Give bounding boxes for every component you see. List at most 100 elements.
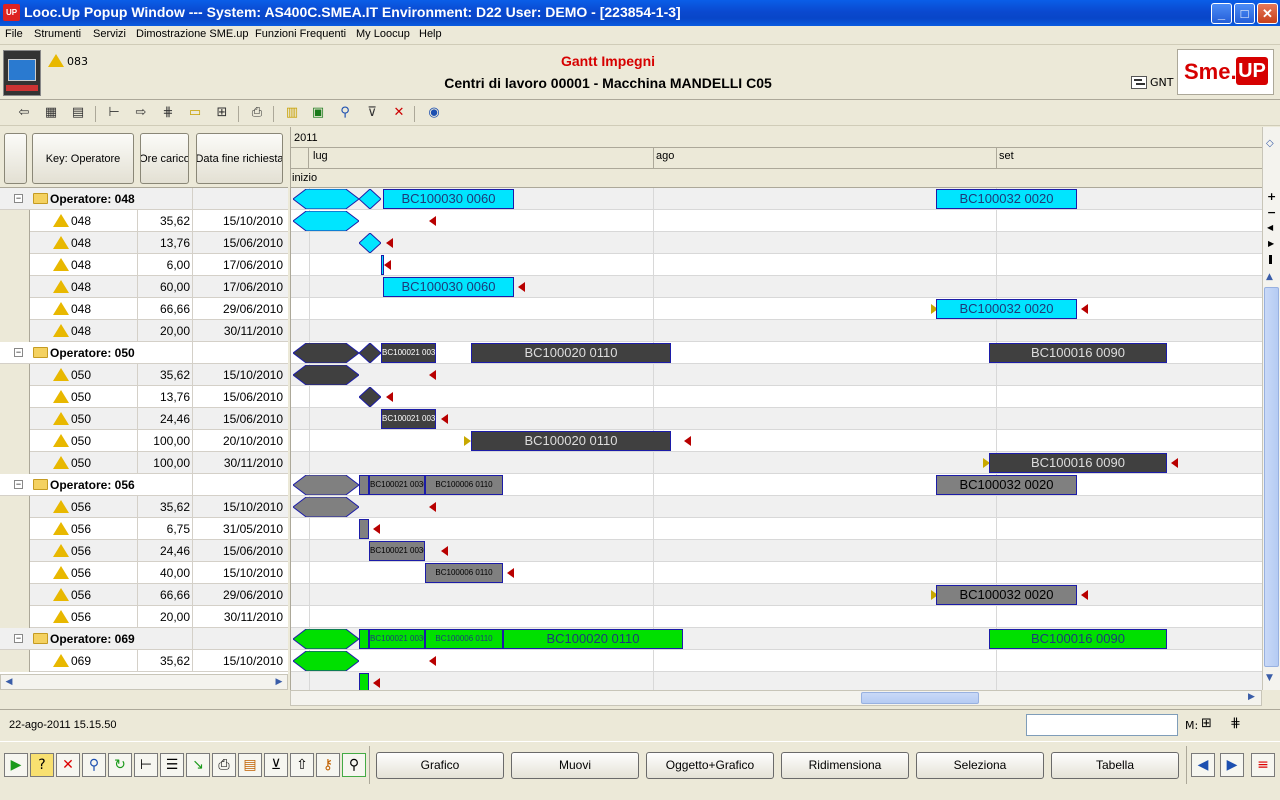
gantt-scroll-thumb[interactable] [861,692,979,704]
row-selector[interactable] [0,496,30,518]
key-icon[interactable]: ⚷ [316,753,340,777]
ridimensiona-button[interactable]: Ridimensiona [781,752,909,779]
select-all-corner[interactable] [4,133,27,184]
menu-file[interactable]: File [5,28,23,40]
gantt-bar[interactable]: BC100006 0110 [425,629,503,649]
move-right-icon[interactable]: ▶ [1268,239,1274,248]
group-row[interactable]: − Operatore: 069 [0,628,288,650]
go-icon[interactable]: ↘ [186,753,210,777]
gantt-milestone[interactable] [293,365,359,385]
zoom-out-icon[interactable]: − [1267,206,1276,219]
help-icon[interactable]: ? [30,753,54,777]
gantt-icon[interactable] [1131,76,1147,89]
row-selector[interactable] [0,364,30,386]
stop-icon[interactable] [1269,255,1272,264]
muovi-button[interactable]: Muovi [511,752,639,779]
row-selector[interactable] [0,320,30,342]
row-selector[interactable] [0,562,30,584]
col-data-fine[interactable]: Data fine richiesta [196,133,283,184]
tabella-button[interactable]: Tabella [1051,752,1179,779]
gantt-milestone[interactable] [293,189,359,209]
grid-horizontal-scrollbar[interactable]: ◀ ▶ [0,674,288,690]
menu-my-loocup[interactable]: My Loocup [356,28,410,40]
table-row[interactable]: 050 35,62 15/10/2010 [0,364,288,386]
columns-icon[interactable]: ⋕ [158,104,178,122]
collapse-icon[interactable]: − [14,194,23,203]
gantt-bar[interactable]: BC100016 0090 [989,453,1167,473]
row-selector[interactable] [0,540,30,562]
refresh-icon[interactable]: ↻ [108,753,132,777]
menu-strumenti[interactable]: Strumenti [34,28,81,40]
collapse-icon[interactable]: − [14,634,23,643]
gantt-bar[interactable]: BC100021 0030 [369,541,425,561]
menu-servizi[interactable]: Servizi [93,28,126,40]
pin-icon[interactable]: ⚲ [342,753,366,777]
row-selector[interactable] [0,584,30,606]
forward-arrow-icon[interactable]: ⇨ [131,104,151,122]
gantt-diamond[interactable] [359,233,381,253]
move-left-icon[interactable]: ◀ [1267,223,1273,232]
table-row[interactable]: 056 40,00 15/10/2010 [0,562,288,584]
filter-icon[interactable]: ⊽ [362,104,382,122]
table-row[interactable]: 048 35,62 15/10/2010 [0,210,288,232]
prev-icon[interactable]: ◀ [1191,753,1215,777]
list-icon[interactable]: ☰ [160,753,184,777]
note-icon[interactable]: ▭ [185,104,205,122]
gantt-bar[interactable]: BC100021 0030 [381,343,436,363]
gantt-bar[interactable] [359,673,369,690]
maximize-button[interactable]: □ [1234,3,1255,24]
menu-icon[interactable]: ≡ [1251,753,1275,777]
gantt-diamond[interactable] [359,387,381,407]
table-row[interactable]: 050 13,76 15/06/2010 [0,386,288,408]
table-row[interactable]: 050 100,00 20/10/2010 [0,430,288,452]
print-icon[interactable]: ⎙ [247,104,267,122]
table-row[interactable]: 056 6,75 31/05/2010 [0,518,288,540]
search-icon[interactable]: ⚲ [82,753,106,777]
gantt-bar[interactable] [359,519,369,539]
clear-filter-icon[interactable]: ✕ [389,104,409,122]
gantt-milestone[interactable] [293,343,359,363]
menu-funzioni-frequenti[interactable]: Funzioni Frequenti [255,28,346,40]
gantt-bar[interactable]: BC100020 0110 [471,431,671,451]
group-row[interactable]: − Operatore: 056 [0,474,288,496]
gantt-bar[interactable]: BC100016 0090 [989,343,1167,363]
collapse-icon[interactable]: − [14,348,23,357]
col-key-operatore[interactable]: Key: Operatore [32,133,134,184]
scroll-thumb[interactable] [1264,287,1279,667]
row-selector[interactable] [0,430,30,452]
row-selector[interactable] [0,254,30,276]
collapse-icon[interactable]: − [14,480,23,489]
table-row[interactable]: 069 35,62 15/10/2010 [0,650,288,672]
tree-icon[interactable]: ⊢ [134,753,158,777]
gantt-diamond[interactable] [359,189,381,209]
table-row[interactable]: 048 13,76 15/06/2010 [0,232,288,254]
row-selector[interactable] [0,606,30,628]
table-mode-icon[interactable]: ⋕ [1230,716,1241,731]
gantt-milestone[interactable] [293,211,359,231]
table-row[interactable]: 048 20,00 30/11/2010 [0,320,288,342]
gantt-bar[interactable] [359,475,369,495]
table-row[interactable]: 056 24,46 15/06/2010 [0,540,288,562]
gantt-bar[interactable]: BC100032 0020 [936,585,1077,605]
table-row[interactable]: 050 100,00 30/11/2010 [0,452,288,474]
status-input[interactable] [1026,714,1178,736]
row-selector[interactable] [0,650,30,672]
gantt-bar[interactable]: BC100016 0090 [989,629,1167,649]
zoom-in-icon[interactable]: + [1267,190,1276,203]
scroll-up-icon[interactable]: ▲ [1266,272,1273,282]
eye-icon[interactable]: ◉ [424,104,444,122]
grafico-button[interactable]: Grafico [376,752,504,779]
gantt-bar[interactable]: BC100020 0110 [503,629,683,649]
gantt-bar[interactable]: BC100006 0110 [425,475,503,495]
table-row[interactable]: 056 35,62 15/10/2010 [0,496,288,518]
gantt-bar[interactable]: BC100030 0060 [383,277,514,297]
export-icon[interactable]: ▤ [238,753,262,777]
grid-icon[interactable]: ⊞ [212,104,232,122]
row-selector[interactable] [0,386,30,408]
gantt-horizontal-scrollbar[interactable]: ▶ [290,690,1262,706]
row-selector[interactable] [0,276,30,298]
row-selector[interactable] [0,210,30,232]
gantt-milestone[interactable] [293,497,359,517]
gantt-diamond[interactable] [359,343,381,363]
width-icon[interactable]: ⊢ [104,104,124,122]
